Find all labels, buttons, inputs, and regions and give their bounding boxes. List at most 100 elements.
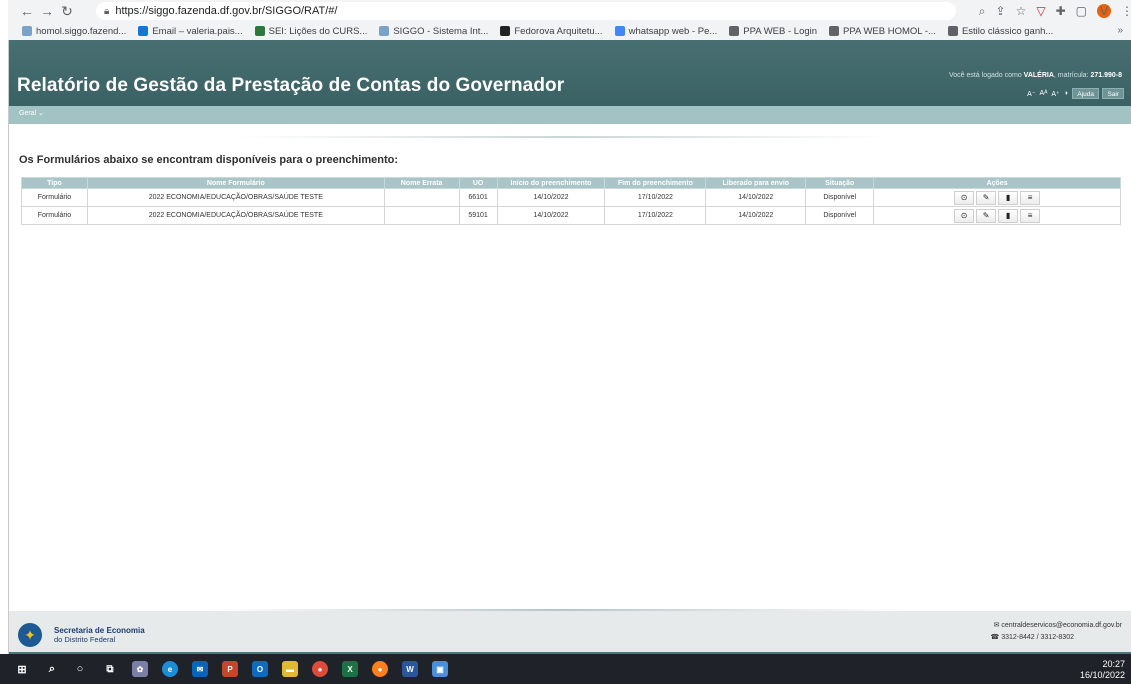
document-icon[interactable]: ▮	[998, 190, 1019, 205]
help-button[interactable]: Ajuda	[1072, 88, 1099, 99]
cell-actions: ⊙ ✎ ▮ ≡	[873, 206, 1121, 225]
font-control-button[interactable]: ◑	[1064, 90, 1068, 98]
word-icon[interactable]: W	[402, 661, 418, 677]
bookmark-item[interactable]: whatsapp web - Pe...	[614, 26, 717, 37]
profile-avatar[interactable]: V	[1097, 4, 1111, 18]
bookmarks-more-icon[interactable]: »	[1117, 25, 1123, 36]
cell-liberado: 14/10/2022	[705, 188, 807, 207]
cell-fim: 17/10/2022	[604, 188, 707, 207]
exit-button[interactable]: Sair	[1102, 88, 1124, 99]
search-icon[interactable]: ⌕	[44, 661, 60, 677]
history-icon[interactable]: ⊙	[954, 190, 975, 205]
app-window: Relatório de Gestão da Prestação de Cont…	[8, 40, 1131, 654]
forward-icon[interactable]: →	[38, 2, 56, 20]
bookmark-label: SEI: Lições do CURS...	[268, 25, 368, 37]
globe-icon	[829, 26, 840, 36]
cell-inicio: 14/10/2022	[496, 188, 606, 207]
column-header: Início do preenchimento	[496, 177, 606, 189]
bookmark-star-icon[interactable]: ☆	[1016, 4, 1027, 18]
back-icon[interactable]: ←	[18, 2, 36, 20]
puzzle-icon[interactable]: ✚	[1056, 4, 1066, 18]
bookmark-label: PPA WEB HOMOL -...	[843, 25, 936, 37]
bookmark-label: homol.siggo.fazend...	[36, 25, 127, 37]
font-control-button[interactable]: A⁺	[1051, 90, 1059, 98]
bookmark-label: Email – valeria.pais...	[152, 25, 243, 37]
cell-tipo: Formulário	[21, 206, 88, 225]
extension-icon[interactable]: ▽	[1036, 4, 1045, 18]
zoom-icon[interactable]: ⌕	[979, 4, 986, 19]
cell-tipo: Formulário	[21, 188, 88, 207]
contact-phone: ☎ 3312-8442 / 3312-8302	[991, 633, 1074, 641]
cell-situacao: Disponível	[805, 206, 875, 225]
edge-icon[interactable]: e	[162, 661, 178, 677]
edit-icon[interactable]: ✎	[976, 190, 997, 205]
bookmark-item[interactable]: SEI: Lições do CURS...	[254, 25, 368, 37]
powerpoint-icon[interactable]: P	[222, 661, 238, 677]
list-icon[interactable]: ≡	[1020, 208, 1041, 223]
browser-nav-row: ← → ↻ 🔒︎ https://siggo.fazenda.df.gov.br…	[16, 0, 1131, 22]
google-icon	[614, 26, 625, 36]
contact-email[interactable]: ✉ centraldeservicos@economia.df.gov.br	[994, 621, 1122, 629]
task-view-icon[interactable]: ⧉	[102, 661, 118, 677]
list-icon[interactable]: ≡	[1020, 190, 1041, 205]
bookmark-item[interactable]: PPA WEB - Login	[729, 26, 817, 37]
org-subtitle: do Distrito Federal	[54, 635, 116, 644]
login-user: VALÉRIA	[1023, 72, 1054, 79]
cell-errata	[383, 188, 460, 207]
bookmark-item[interactable]: Email – valeria.pais...	[138, 25, 243, 37]
file-explorer-icon[interactable]: ▬	[282, 661, 298, 677]
column-header: Nome Errata	[383, 177, 460, 189]
cell-fim: 17/10/2022	[604, 206, 707, 225]
column-header: Fim do preenchimento	[604, 177, 707, 189]
outlook-icon	[138, 26, 149, 36]
cell-uo: 66101	[458, 188, 498, 207]
login-matricula: 271.990-8	[1090, 72, 1122, 79]
outlook-icon[interactable]: O	[252, 661, 268, 677]
font-control-button[interactable]: Aᴬ	[1040, 90, 1048, 98]
cell-actions: ⊙ ✎ ▮ ≡	[873, 188, 1121, 207]
bookmark-item[interactable]: PPA WEB HOMOL -...	[829, 26, 936, 37]
cortana-icon[interactable]: ○	[72, 661, 88, 677]
history-icon[interactable]: ⊙	[954, 208, 975, 223]
page-icon	[947, 26, 958, 36]
windows-start-icon[interactable]: ⊞	[14, 661, 30, 677]
font-size-controls: A⁻ Aᴬ A⁺ ◑	[1027, 90, 1068, 98]
app-icon[interactable]: ✿	[132, 661, 148, 677]
clock-time: 20:27	[1102, 659, 1125, 669]
bookmark-label: Fedorova Arquitetu...	[514, 25, 603, 37]
firefox-icon[interactable]: ●	[372, 661, 388, 677]
column-header: Liberado para envio	[705, 177, 807, 189]
siggo-icon	[379, 26, 390, 36]
forms-table: Tipo Nome Formulário Nome Errata UO Início d…	[21, 177, 1121, 225]
chrome-icon[interactable]: ●	[312, 661, 328, 677]
edit-icon[interactable]: ✎	[976, 208, 997, 223]
share-icon[interactable]: ⇪	[996, 4, 1006, 18]
reload-icon[interactable]: ↻	[58, 2, 76, 20]
bookmark-item[interactable]: homol.siggo.fazend...	[22, 26, 126, 37]
page-title: Relatório de Gestão da Prestação de Cont…	[17, 75, 565, 96]
bookmark-label: SIGGO - Sistema Int...	[393, 25, 489, 37]
windows-taskbar: ⊞ ⌕ ○ ⧉ ✿ e ✉ P O ▬ ● X ● W ▣ 20:27 16/1…	[0, 654, 1131, 684]
taskbar-clock[interactable]: 20:27 16/10/2022	[1080, 659, 1125, 681]
menu-kebab-icon[interactable]: ⋮	[1121, 4, 1131, 18]
browser-actions: ⌕ ⇪ ☆ ▽ ✚ ▢ V ⋮	[979, 2, 1131, 20]
table-row: Formulário 2022 ECONOMIA/EDUCAÇÃO/OBRAS/S…	[21, 206, 1121, 225]
app-header: Relatório de Gestão da Prestação de Cont…	[9, 40, 1131, 106]
footer: ✦ Secretaria de Economia do Distrito Fed…	[9, 611, 1131, 654]
app-icon[interactable]: ▣	[432, 661, 448, 677]
mail-app-icon[interactable]: ✉	[192, 661, 208, 677]
font-control-button[interactable]: A⁻	[1027, 90, 1035, 98]
bookmark-item[interactable]: Estilo clássico ganh...	[947, 26, 1053, 37]
excel-icon[interactable]: X	[342, 661, 358, 677]
column-header: Ações	[873, 177, 1121, 189]
bookmark-item[interactable]: SIGGO - Sistema Int...	[379, 26, 488, 37]
window-icon[interactable]: ▢	[1076, 4, 1087, 18]
document-icon[interactable]: ▮	[998, 208, 1019, 223]
bookmark-item[interactable]: Fedorova Arquitetu...	[500, 25, 603, 37]
cell-situacao: Disponível	[805, 188, 875, 207]
df-logo-icon: ✦	[18, 623, 42, 647]
globe-icon	[729, 26, 740, 36]
address-bar[interactable]: 🔒︎ https://siggo.fazenda.df.gov.br/SIGGO…	[96, 2, 956, 20]
menu-item-geral[interactable]: Geral ⌄	[19, 109, 44, 117]
column-header: UO	[458, 177, 498, 189]
